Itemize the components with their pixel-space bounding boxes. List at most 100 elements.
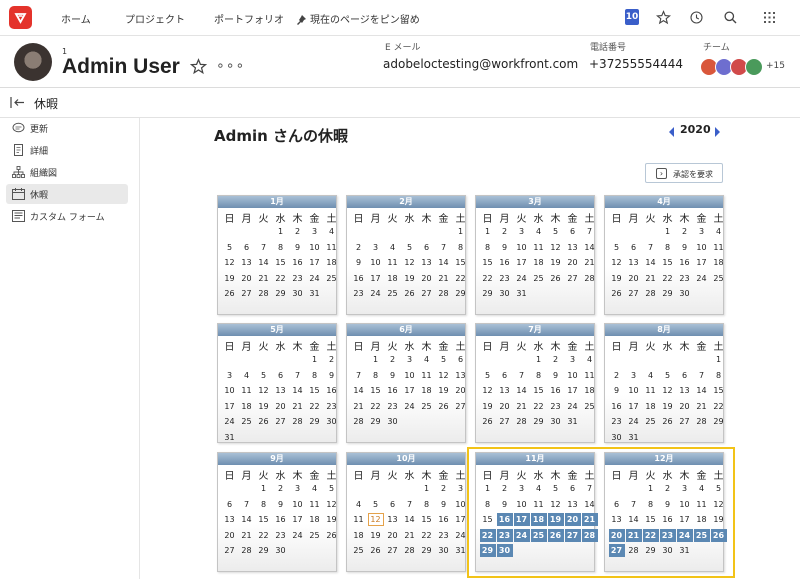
calendar-day[interactable]: 30 xyxy=(497,287,513,300)
calendar-day[interactable]: 22 xyxy=(419,529,435,542)
calendar-day[interactable]: 1 xyxy=(368,353,384,366)
calendar-day[interactable]: 25 xyxy=(385,287,401,300)
calendar-day[interactable]: 21 xyxy=(643,272,659,285)
calendar-day[interactable]: 27 xyxy=(273,415,289,428)
calendar-day[interactable]: 2 xyxy=(385,353,401,366)
calendar-day[interactable]: 10 xyxy=(290,498,306,511)
calendar-day[interactable]: 28 xyxy=(436,287,452,300)
calendar-day[interactable]: 17 xyxy=(290,513,306,526)
calendar-day[interactable]: 20 xyxy=(239,272,255,285)
calendar-day[interactable]: 12 xyxy=(548,241,564,254)
calendar-day[interactable]: 19 xyxy=(480,400,496,413)
pin-page-button[interactable]: 現在のページをピン留め xyxy=(296,11,420,26)
calendar-day[interactable]: 23 xyxy=(385,400,401,413)
calendar-day[interactable]: 3 xyxy=(402,353,418,366)
calendar-day[interactable]: 31 xyxy=(222,431,238,444)
email-value[interactable]: adobeloctesting@workfront.com xyxy=(383,57,578,71)
calendar-day[interactable]: 4 xyxy=(324,225,340,238)
calendar-day[interactable]: 21 xyxy=(402,529,418,542)
calendar-day[interactable]: 15 xyxy=(531,384,547,397)
sidebar-item-updates[interactable]: 更新 xyxy=(6,118,128,138)
calendar-day[interactable]: 25 xyxy=(643,415,659,428)
calendar-day[interactable]: 26 xyxy=(660,415,676,428)
calendar-day[interactable]: 15 xyxy=(419,513,435,526)
calendar-day[interactable]: 23 xyxy=(290,272,306,285)
calendar-day[interactable]: 6 xyxy=(239,241,255,254)
collapse-panel-icon[interactable] xyxy=(10,96,26,109)
calendar-day[interactable]: 12 xyxy=(256,384,272,397)
calendar-day[interactable]: 24 xyxy=(402,400,418,413)
calendar-day[interactable]: 22 xyxy=(480,272,496,285)
calendar-day[interactable]: 11 xyxy=(643,384,659,397)
calendar-day[interactable]: 2 xyxy=(290,225,306,238)
calendar-day[interactable]: 16 xyxy=(273,513,289,526)
calendar-day[interactable]: 4 xyxy=(351,498,367,511)
calendar-day[interactable]: 13 xyxy=(565,241,581,254)
calendar-day[interactable]: 6 xyxy=(385,498,401,511)
calendar-day[interactable]: 3 xyxy=(565,353,581,366)
calendar-day[interactable]: 25 xyxy=(419,400,435,413)
calendar-day[interactable]: 29 xyxy=(660,287,676,300)
calendar-day[interactable]: 23 xyxy=(273,529,289,542)
calendar-day[interactable]: 18 xyxy=(419,384,435,397)
calendar-day[interactable]: 1 xyxy=(453,225,469,238)
calendar-day[interactable]: 11 xyxy=(385,256,401,269)
calendar-day[interactable]: 26 xyxy=(368,544,384,557)
calendar-day[interactable]: 2 xyxy=(324,353,340,366)
calendar-day[interactable]: 17 xyxy=(694,256,710,269)
calendar-day[interactable]: 7 xyxy=(582,225,598,238)
calendar-day[interactable]: 5 xyxy=(402,241,418,254)
calendar-day[interactable]: 23 xyxy=(609,415,625,428)
calendar-day[interactable]: 20 xyxy=(565,256,581,269)
calendar-day[interactable]: 1 xyxy=(660,225,676,238)
calendar-day[interactable]: 19 xyxy=(368,529,384,542)
calendar-day[interactable]: 7 xyxy=(351,369,367,382)
calendar-day[interactable]: 18 xyxy=(531,256,547,269)
calendar-day[interactable]: 15 xyxy=(368,384,384,397)
calendar-day[interactable]: 18 xyxy=(239,400,255,413)
calendar-day[interactable]: 9 xyxy=(351,256,367,269)
calendar-day[interactable]: 27 xyxy=(453,400,469,413)
calendar-day[interactable]: 23 xyxy=(436,529,452,542)
calendar-day[interactable]: 28 xyxy=(402,544,418,557)
calendar-day[interactable]: 2 xyxy=(609,369,625,382)
calendar-day[interactable]: 2 xyxy=(677,225,693,238)
calendar-day[interactable]: 19 xyxy=(256,400,272,413)
calendar-day[interactable]: 26 xyxy=(402,287,418,300)
calendar-day[interactable]: 17 xyxy=(626,400,642,413)
calendar-day[interactable]: 11 xyxy=(711,241,727,254)
calendar-day[interactable]: 27 xyxy=(677,415,693,428)
calendar-day[interactable]: 11 xyxy=(419,369,435,382)
calendar-day[interactable]: 15 xyxy=(480,256,496,269)
calendar-day[interactable]: 22 xyxy=(307,400,323,413)
calendar-day[interactable]: 13 xyxy=(273,384,289,397)
request-approval-button[interactable]: › 承認を要求 xyxy=(645,163,723,183)
calendar-day[interactable]: 30 xyxy=(273,544,289,557)
calendar-day[interactable]: 31 xyxy=(307,287,323,300)
calendar-day[interactable]: 1 xyxy=(480,225,496,238)
calendar-day[interactable]: 28 xyxy=(256,287,272,300)
calendar-day[interactable]: 11 xyxy=(307,498,323,511)
calendar-day[interactable]: 14 xyxy=(436,256,452,269)
calendar-day[interactable]: 4 xyxy=(307,482,323,495)
calendar-day[interactable]: 14 xyxy=(290,384,306,397)
calendar-day[interactable]: 30 xyxy=(385,415,401,428)
calendar-day[interactable]: 5 xyxy=(256,369,272,382)
calendar-day[interactable]: 11 xyxy=(324,241,340,254)
calendar-day[interactable]: 29 xyxy=(453,287,469,300)
calendar-day[interactable]: 15 xyxy=(273,256,289,269)
calendar-day[interactable]: 13 xyxy=(385,513,401,526)
calendar-day[interactable]: 27 xyxy=(626,287,642,300)
calendar-day[interactable]: 27 xyxy=(222,544,238,557)
calendar-day[interactable]: 24 xyxy=(626,415,642,428)
calendar-day[interactable]: 23 xyxy=(351,287,367,300)
calendar-day[interactable]: 4 xyxy=(385,241,401,254)
calendar-day[interactable]: 26 xyxy=(480,415,496,428)
next-year-arrow-icon[interactable] xyxy=(715,127,720,137)
calendar-day[interactable]: 21 xyxy=(290,400,306,413)
calendar-day[interactable]: 29 xyxy=(256,544,272,557)
calendar-day[interactable]: 24 xyxy=(368,287,384,300)
calendar-day[interactable]: 7 xyxy=(239,498,255,511)
calendar-day[interactable]: 25 xyxy=(531,272,547,285)
calendar-day[interactable]: 10 xyxy=(565,369,581,382)
